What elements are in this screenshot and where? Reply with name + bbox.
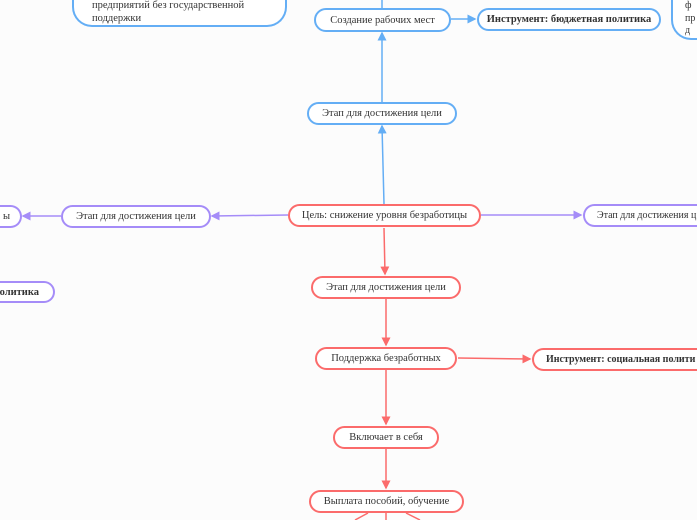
payments-node[interactable]: Выплата пособий, обучение: [309, 490, 464, 513]
support-node[interactable]: Поддержка безработных: [315, 347, 457, 370]
goal-node[interactable]: Цель: снижение уровня безработицы: [288, 204, 481, 227]
stage-up-node[interactable]: Этап для достижения цели: [307, 102, 457, 125]
budget-tool-node[interactable]: Инструмент: бюджетная политика: [477, 8, 661, 31]
note-line: поддержки: [92, 12, 142, 24]
note-line: предприятий без государственной: [92, 0, 245, 11]
note-line: ф: [685, 0, 692, 11]
edge-goal-left: [210, 211, 289, 221]
note-line: д: [685, 25, 691, 36]
job-creation-node[interactable]: Создание рабочих мест: [314, 8, 451, 32]
stage-down-node[interactable]: Этап для достижения цели: [311, 276, 461, 299]
far-left-node[interactable]: ы: [0, 205, 22, 228]
includes-node[interactable]: Включает в себя: [333, 426, 439, 449]
note-line: пр: [685, 12, 696, 24]
edge-support-tool: [457, 354, 532, 364]
social-tool-node[interactable]: Инструмент: социальная полити: [532, 348, 697, 371]
edge-goal-stage-up: [377, 124, 387, 205]
far-left-tool-node[interactable]: олитика: [0, 281, 55, 303]
top-left-note-node[interactable]: предприятий без государственной поддержк…: [72, 0, 287, 27]
edge-payments-3: [405, 512, 421, 520]
stage-left-node[interactable]: Этап для достижения цели: [61, 205, 211, 228]
stage-right-node[interactable]: Этап для достижения ц: [583, 204, 697, 227]
edge-goal-down: [380, 227, 390, 276]
edge-payments-1: [354, 512, 369, 520]
